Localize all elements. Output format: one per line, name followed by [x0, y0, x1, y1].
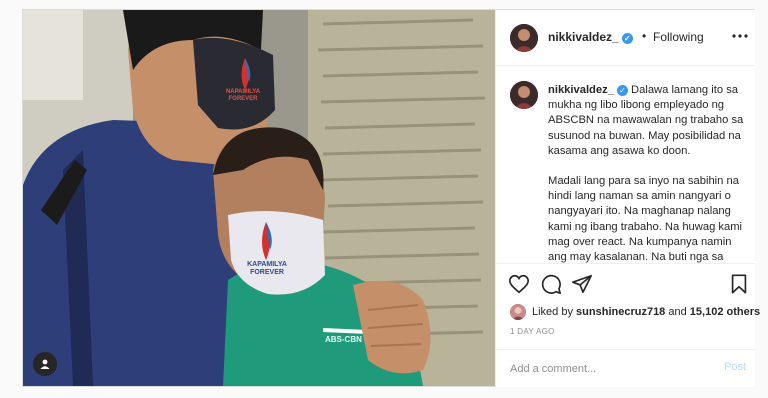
verified-badge-icon: ✓	[621, 33, 633, 44]
following-button[interactable]: Following	[653, 30, 704, 44]
verified-badge-icon: ✓	[616, 85, 628, 96]
user-tag-icon[interactable]	[33, 352, 57, 376]
avatar[interactable]	[510, 304, 526, 320]
caption-username[interactable]: nikkivaldez_	[548, 84, 614, 96]
follow-separator: •	[642, 29, 647, 43]
caption-area: nikkivaldez_ ✓ Dalawa lamang ito sa mukha…	[496, 67, 755, 263]
username-link[interactable]: nikkivaldez_ ✓	[548, 30, 633, 44]
more-options-icon[interactable]	[732, 28, 748, 44]
post-actions: Liked by sunshinecruz718 and 15,102 othe…	[496, 263, 760, 388]
comment-bar: Post	[496, 349, 755, 388]
post-timestamp[interactable]: 1 DAY AGO	[510, 327, 555, 336]
avatar[interactable]	[510, 24, 538, 52]
post-header: nikkivaldez_ ✓ • Following	[496, 10, 755, 66]
man-mask-print-line-1: NAPAMILYA	[225, 89, 261, 95]
post-comment-button[interactable]: Post	[724, 361, 746, 373]
caption-text: nikkivaldez_ ✓ Dalawa lamang ito sa mukha…	[548, 83, 744, 263]
likes-summary: Liked by sunshinecruz718 and 15,102 othe…	[510, 303, 760, 321]
man-mask-print: NAPAMILYA FOREVER	[219, 89, 267, 103]
post-photo[interactable]: NAPAMILYA FOREVER KAPAMILYA FOREVER ABS-…	[23, 10, 495, 386]
bookmark-icon[interactable]	[728, 273, 750, 295]
comment-input[interactable]	[508, 360, 698, 378]
avatar[interactable]	[510, 81, 538, 109]
share-icon[interactable]	[571, 273, 593, 295]
woman-mask-print: KAPAMILYA FOREVER	[235, 261, 299, 277]
woman-mask-print-line-2: FOREVER	[250, 269, 284, 276]
likes-prefix: Liked by	[532, 306, 573, 318]
post-side-panel: nikkivaldez_ ✓ • Following nikkivaldez_ …	[495, 10, 760, 388]
post-photo-illustration	[23, 10, 495, 386]
username-text: nikkivaldez_	[548, 30, 619, 44]
comment-icon[interactable]	[540, 273, 562, 295]
heart-icon[interactable]	[508, 273, 530, 295]
page-background: NAPAMILYA FOREVER KAPAMILYA FOREVER ABS-…	[0, 0, 768, 398]
instagram-post-modal: NAPAMILYA FOREVER KAPAMILYA FOREVER ABS-…	[22, 9, 760, 388]
caption-paragraph: Madali lang para sa inyo na sabihin na h…	[548, 175, 743, 263]
likes-joiner: and	[668, 306, 687, 318]
man-mask-print-line-2: FOREVER	[228, 96, 258, 102]
woman-mask-print-line-1: KAPAMILYA	[247, 261, 287, 268]
liker-username[interactable]: sunshinecruz718	[576, 306, 665, 318]
likes-count[interactable]: 15,102 others	[690, 306, 760, 318]
shirt-logo: ABS-CBN	[325, 335, 362, 344]
